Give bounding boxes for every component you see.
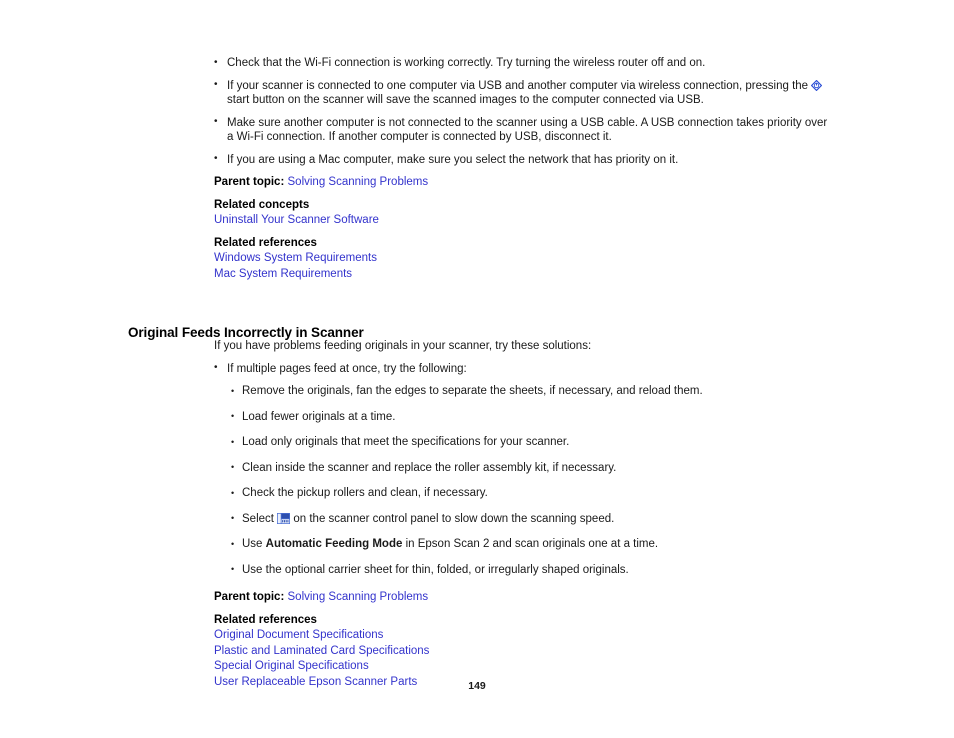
list-item: Check that the Wi-Fi connection is worki…: [214, 56, 834, 71]
related-reference-link-mac-requirements[interactable]: Mac System Requirements: [214, 267, 834, 283]
slow-mode-text-after: on the scanner control panel to slow dow…: [290, 512, 615, 525]
list-item: Clean inside the scanner and replace the…: [231, 460, 834, 476]
page-title: Original Feeds Incorrectly in Scanner: [128, 325, 364, 341]
related-reference-link-special-original-specs[interactable]: Special Original Specifications: [214, 659, 834, 675]
related-reference-link-original-document-specs[interactable]: Original Document Specifications: [214, 628, 834, 644]
list-item: If multiple pages feed at once, try the …: [214, 361, 834, 578]
sub-bullet-text-clean-roller-kit: Clean inside the scanner and replace the…: [242, 461, 617, 474]
start-button-icon: [811, 79, 823, 91]
list-item: If you are using a Mac computer, make su…: [214, 152, 834, 168]
list-item: Make sure another computer is not connec…: [214, 115, 834, 145]
sub-bullet-text-load-fewer: Load fewer originals at a time.: [242, 410, 396, 423]
auto-feed-text-before: Use: [242, 538, 266, 550]
main-section: If you have problems feeding originals i…: [214, 339, 834, 690]
top-section: Check that the Wi-Fi connection is worki…: [214, 56, 834, 282]
related-references-label: Related references: [214, 236, 317, 249]
related-concepts-label: Related concepts: [214, 198, 310, 211]
parent-topic-label: Parent topic:: [214, 176, 285, 188]
feed-sub-solutions-list: Remove the originals, fan the edges to s…: [231, 384, 834, 577]
parent-topic-line: Parent topic: Solving Scanning Problems: [214, 175, 834, 191]
document-page: Check that the Wi-Fi connection is worki…: [0, 0, 954, 738]
bullet-text-usb-wireless-pre: If your scanner is connected to one comp…: [227, 79, 812, 92]
related-reference-link-plastic-card-specs[interactable]: Plastic and Laminated Card Specification…: [214, 644, 834, 660]
parent-topic-label: Parent topic:: [214, 591, 285, 603]
bullet-text-usb-wireless-post: start button on the scanner will save th…: [227, 94, 704, 106]
list-item: If your scanner is connected to one comp…: [214, 78, 834, 108]
list-item: Use the optional carrier sheet for thin,…: [231, 562, 834, 578]
auto-feed-mode-name: Automatic Feeding Mode: [265, 538, 403, 550]
parent-topic-link[interactable]: Solving Scanning Problems: [288, 176, 429, 188]
top-solutions-list: Check that the Wi-Fi connection is worki…: [214, 56, 834, 167]
related-references-label: Related references: [214, 613, 317, 626]
list-item: Use Automatic Feeding Mode in Epson Scan…: [231, 537, 834, 552]
list-item: Check the pickup rollers and clean, if n…: [231, 486, 834, 501]
slow-mode-text-before: Select: [242, 512, 278, 525]
slow-mode-icon: [277, 512, 291, 524]
intro-paragraph: If you have problems feeding originals i…: [214, 340, 592, 352]
list-item: Load only originals that meet the specif…: [231, 435, 834, 450]
auto-feed-text-after: in Epson Scan 2 and scan originals one a…: [402, 538, 659, 550]
parent-topic-line: Parent topic: Solving Scanning Problems: [214, 590, 834, 606]
page-number: 149: [468, 680, 486, 692]
bullet-text-multiple-pages: If multiple pages feed at once, try the …: [227, 362, 467, 375]
related-reference-link-windows-requirements[interactable]: Windows System Requirements: [214, 251, 834, 267]
related-concept-link-uninstall[interactable]: Uninstall Your Scanner Software: [214, 213, 834, 229]
nested-list-wrapper: Remove the originals, fan the edges to s…: [231, 384, 834, 577]
list-item: Remove the originals, fan the edges to s…: [231, 384, 834, 399]
bullet-text-wifi: Check that the Wi-Fi connection is worki…: [227, 57, 706, 69]
list-item: Select on the scanner control panel to s…: [231, 511, 834, 527]
parent-topic-link[interactable]: Solving Scanning Problems: [288, 591, 429, 603]
list-item: Load fewer originals at a time.: [231, 409, 834, 425]
bullet-text-usb-priority: Make sure another computer is not connec…: [227, 116, 828, 144]
sub-bullet-text-fan-edges: Remove the originals, fan the edges to s…: [242, 385, 703, 397]
sub-bullet-text-pickup-rollers: Check the pickup rollers and clean, if n…: [242, 487, 488, 499]
bullet-text-mac-network: If you are using a Mac computer, make su…: [227, 153, 679, 166]
sub-bullet-text-meet-specs: Load only originals that meet the specif…: [242, 436, 570, 448]
sub-bullet-text-carrier-sheet: Use the optional carrier sheet for thin,…: [242, 563, 629, 576]
feed-solutions-list: If multiple pages feed at once, try the …: [214, 361, 834, 578]
